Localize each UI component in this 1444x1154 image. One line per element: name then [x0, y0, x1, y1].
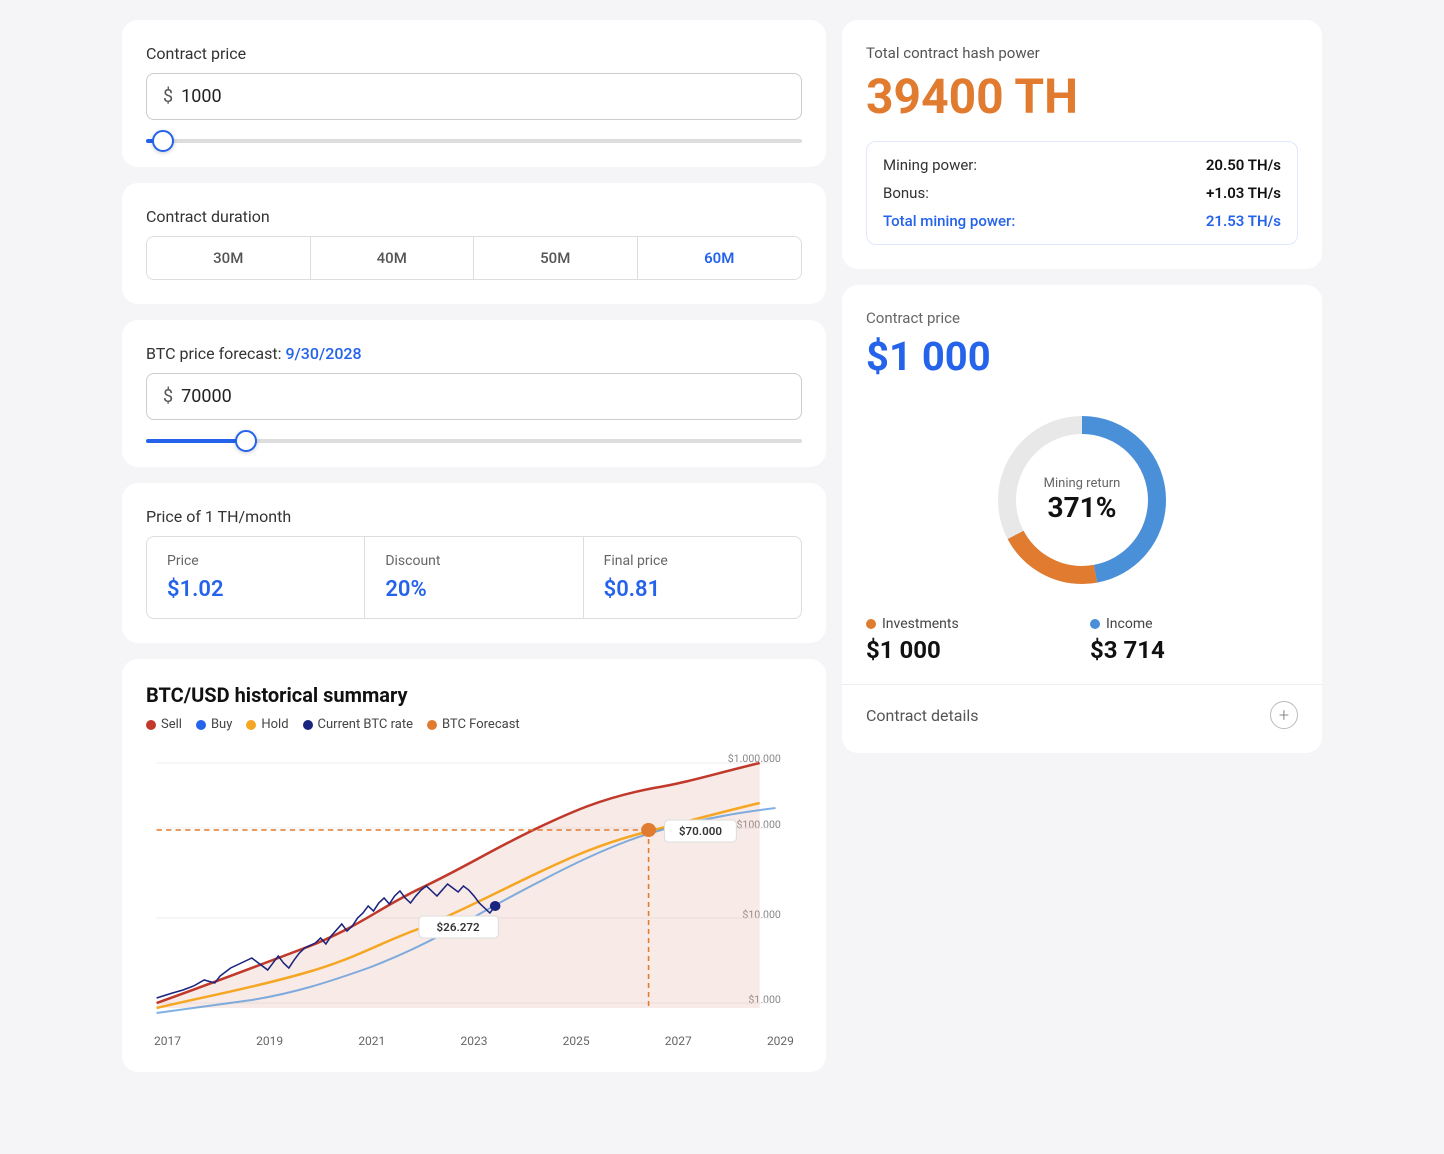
tab-30m[interactable]: 30M — [147, 237, 311, 279]
price-cell-discount: Discount 20% — [365, 537, 582, 618]
x-label-2025: 2025 — [563, 1034, 590, 1048]
total-mining-label: Total mining power: — [883, 212, 1015, 230]
chart-legend: Sell Buy Hold Current BTC rate BTC Forec… — [146, 717, 802, 732]
chart-title: BTC/USD historical summary — [146, 683, 802, 707]
tab-60m[interactable]: 60M — [638, 237, 802, 279]
legend-dot-buy — [196, 720, 206, 730]
legend-dot-sell — [146, 720, 156, 730]
contract-price-right-card: Contract price $1 000 Mining return — [842, 285, 1322, 753]
chart-current-dot — [490, 901, 501, 911]
hash-power-card: Total contract hash power 39400 TH Minin… — [842, 20, 1322, 269]
x-label-2021: 2021 — [358, 1034, 385, 1048]
mining-power-value: 20.50 TH/s — [1206, 156, 1281, 174]
contract-price-right-label: Contract price — [866, 309, 1298, 327]
discount-value: 20% — [385, 577, 562, 602]
donut-container: Mining return 371% Investments $1 000 — [866, 400, 1298, 664]
final-value: $0.81 — [604, 577, 781, 602]
bonus-row: Bonus: +1.03 TH/s — [883, 184, 1281, 202]
donut-center-value: 371% — [1044, 491, 1121, 524]
contract-price-label: Contract price — [146, 44, 802, 63]
hash-power-value: 39400 TH — [866, 68, 1298, 125]
contract-details-expand-icon[interactable]: + — [1270, 701, 1298, 729]
investments-label: Investments — [882, 616, 959, 632]
legend-buy: Buy — [196, 717, 232, 732]
duration-label: Contract duration — [146, 207, 802, 226]
chart-annotation-text-current: $26.272 — [437, 920, 481, 934]
duration-tabs: 30M 40M 50M 60M — [146, 236, 802, 280]
hash-power-title: Total contract hash power — [866, 44, 1298, 62]
legend-dot-hold — [246, 720, 256, 730]
chart-canvas: $1.000.000 $100.000 $10.000 $1.000 — [146, 748, 802, 1028]
legend-current-btc: Current BTC rate — [303, 717, 413, 732]
income-dot — [1090, 619, 1100, 629]
investments-dot — [866, 619, 876, 629]
contract-details-label: Contract details — [866, 706, 978, 725]
final-label: Final price — [604, 553, 781, 569]
income-legend: Income — [1090, 616, 1298, 632]
tab-40m[interactable]: 40M — [311, 237, 475, 279]
contract-price-input-box: $ 1000 — [146, 73, 802, 120]
total-mining-value: 21.53 TH/s — [1206, 212, 1281, 230]
tab-50m[interactable]: 50M — [474, 237, 638, 279]
price-label: Price — [167, 553, 344, 569]
price-value: $1.02 — [167, 577, 344, 602]
btc-price-currency: $ — [163, 386, 173, 407]
x-label-2023: 2023 — [460, 1034, 487, 1048]
btc-chart-section: BTC/USD historical summary Sell Buy Hold… — [122, 659, 826, 1072]
th-price-label: Price of 1 TH/month — [146, 507, 802, 526]
btc-price-display: 70000 — [181, 386, 232, 407]
invest-income-grid: Investments $1 000 Income $3 714 — [866, 616, 1298, 664]
chart-annotation-text-forecast: $70.000 — [679, 824, 722, 838]
x-label-2029: 2029 — [767, 1034, 794, 1048]
donut-center: Mining return 371% — [1044, 476, 1121, 524]
total-mining-row: Total mining power: 21.53 TH/s — [883, 212, 1281, 230]
x-label-2019: 2019 — [256, 1034, 283, 1048]
contract-details-row[interactable]: Contract details + — [866, 685, 1298, 729]
mining-power-row: Mining power: 20.50 TH/s — [883, 156, 1281, 174]
investments-legend: Investments — [866, 616, 1074, 632]
price-grid: Price $1.02 Discount 20% Final price $0.… — [146, 536, 802, 619]
bonus-label: Bonus: — [883, 184, 929, 202]
investments-cell: Investments $1 000 — [866, 616, 1074, 664]
contract-price-display: 1000 — [181, 86, 221, 107]
income-value: $3 714 — [1090, 636, 1298, 664]
legend-sell: Sell — [146, 717, 182, 732]
contract-duration-section: Contract duration 30M 40M 50M 60M — [122, 183, 826, 304]
btc-price-slider[interactable] — [146, 439, 802, 443]
x-label-2017: 2017 — [154, 1034, 181, 1048]
investments-value: $1 000 — [866, 636, 1074, 664]
contract-price-slider[interactable] — [146, 139, 802, 143]
legend-dot-btc-forecast — [427, 720, 437, 730]
contract-price-right-value: $1 000 — [866, 333, 1298, 380]
chart-x-labels: 2017 2019 2021 2023 2025 2027 2029 — [146, 1034, 802, 1048]
donut-chart: Mining return 371% — [982, 400, 1182, 600]
legend-hold: Hold — [246, 717, 288, 732]
contract-price-currency: $ — [163, 86, 173, 107]
btc-forecast-date: 9/30/2028 — [285, 344, 361, 363]
mining-power-label: Mining power: — [883, 156, 977, 174]
donut-center-label: Mining return — [1044, 476, 1121, 491]
legend-btc-forecast: BTC Forecast — [427, 717, 520, 732]
chart-svg: $1.000.000 $100.000 $10.000 $1.000 — [146, 748, 802, 1028]
btc-forecast-label: BTC price forecast: 9/30/2028 — [146, 344, 802, 363]
income-label: Income — [1106, 616, 1153, 632]
income-cell: Income $3 714 — [1090, 616, 1298, 664]
legend-dot-current-btc — [303, 720, 313, 730]
th-price-section: Price of 1 TH/month Price $1.02 Discount… — [122, 483, 826, 643]
discount-label: Discount — [385, 553, 562, 569]
chart-fill-area — [157, 763, 760, 1008]
price-cell-price: Price $1.02 — [147, 537, 364, 618]
mining-details-box: Mining power: 20.50 TH/s Bonus: +1.03 TH… — [866, 141, 1298, 245]
bonus-value: +1.03 TH/s — [1206, 184, 1281, 202]
x-label-2027: 2027 — [665, 1034, 692, 1048]
price-cell-final: Final price $0.81 — [584, 537, 801, 618]
btc-price-input-box: $ 70000 — [146, 373, 802, 420]
